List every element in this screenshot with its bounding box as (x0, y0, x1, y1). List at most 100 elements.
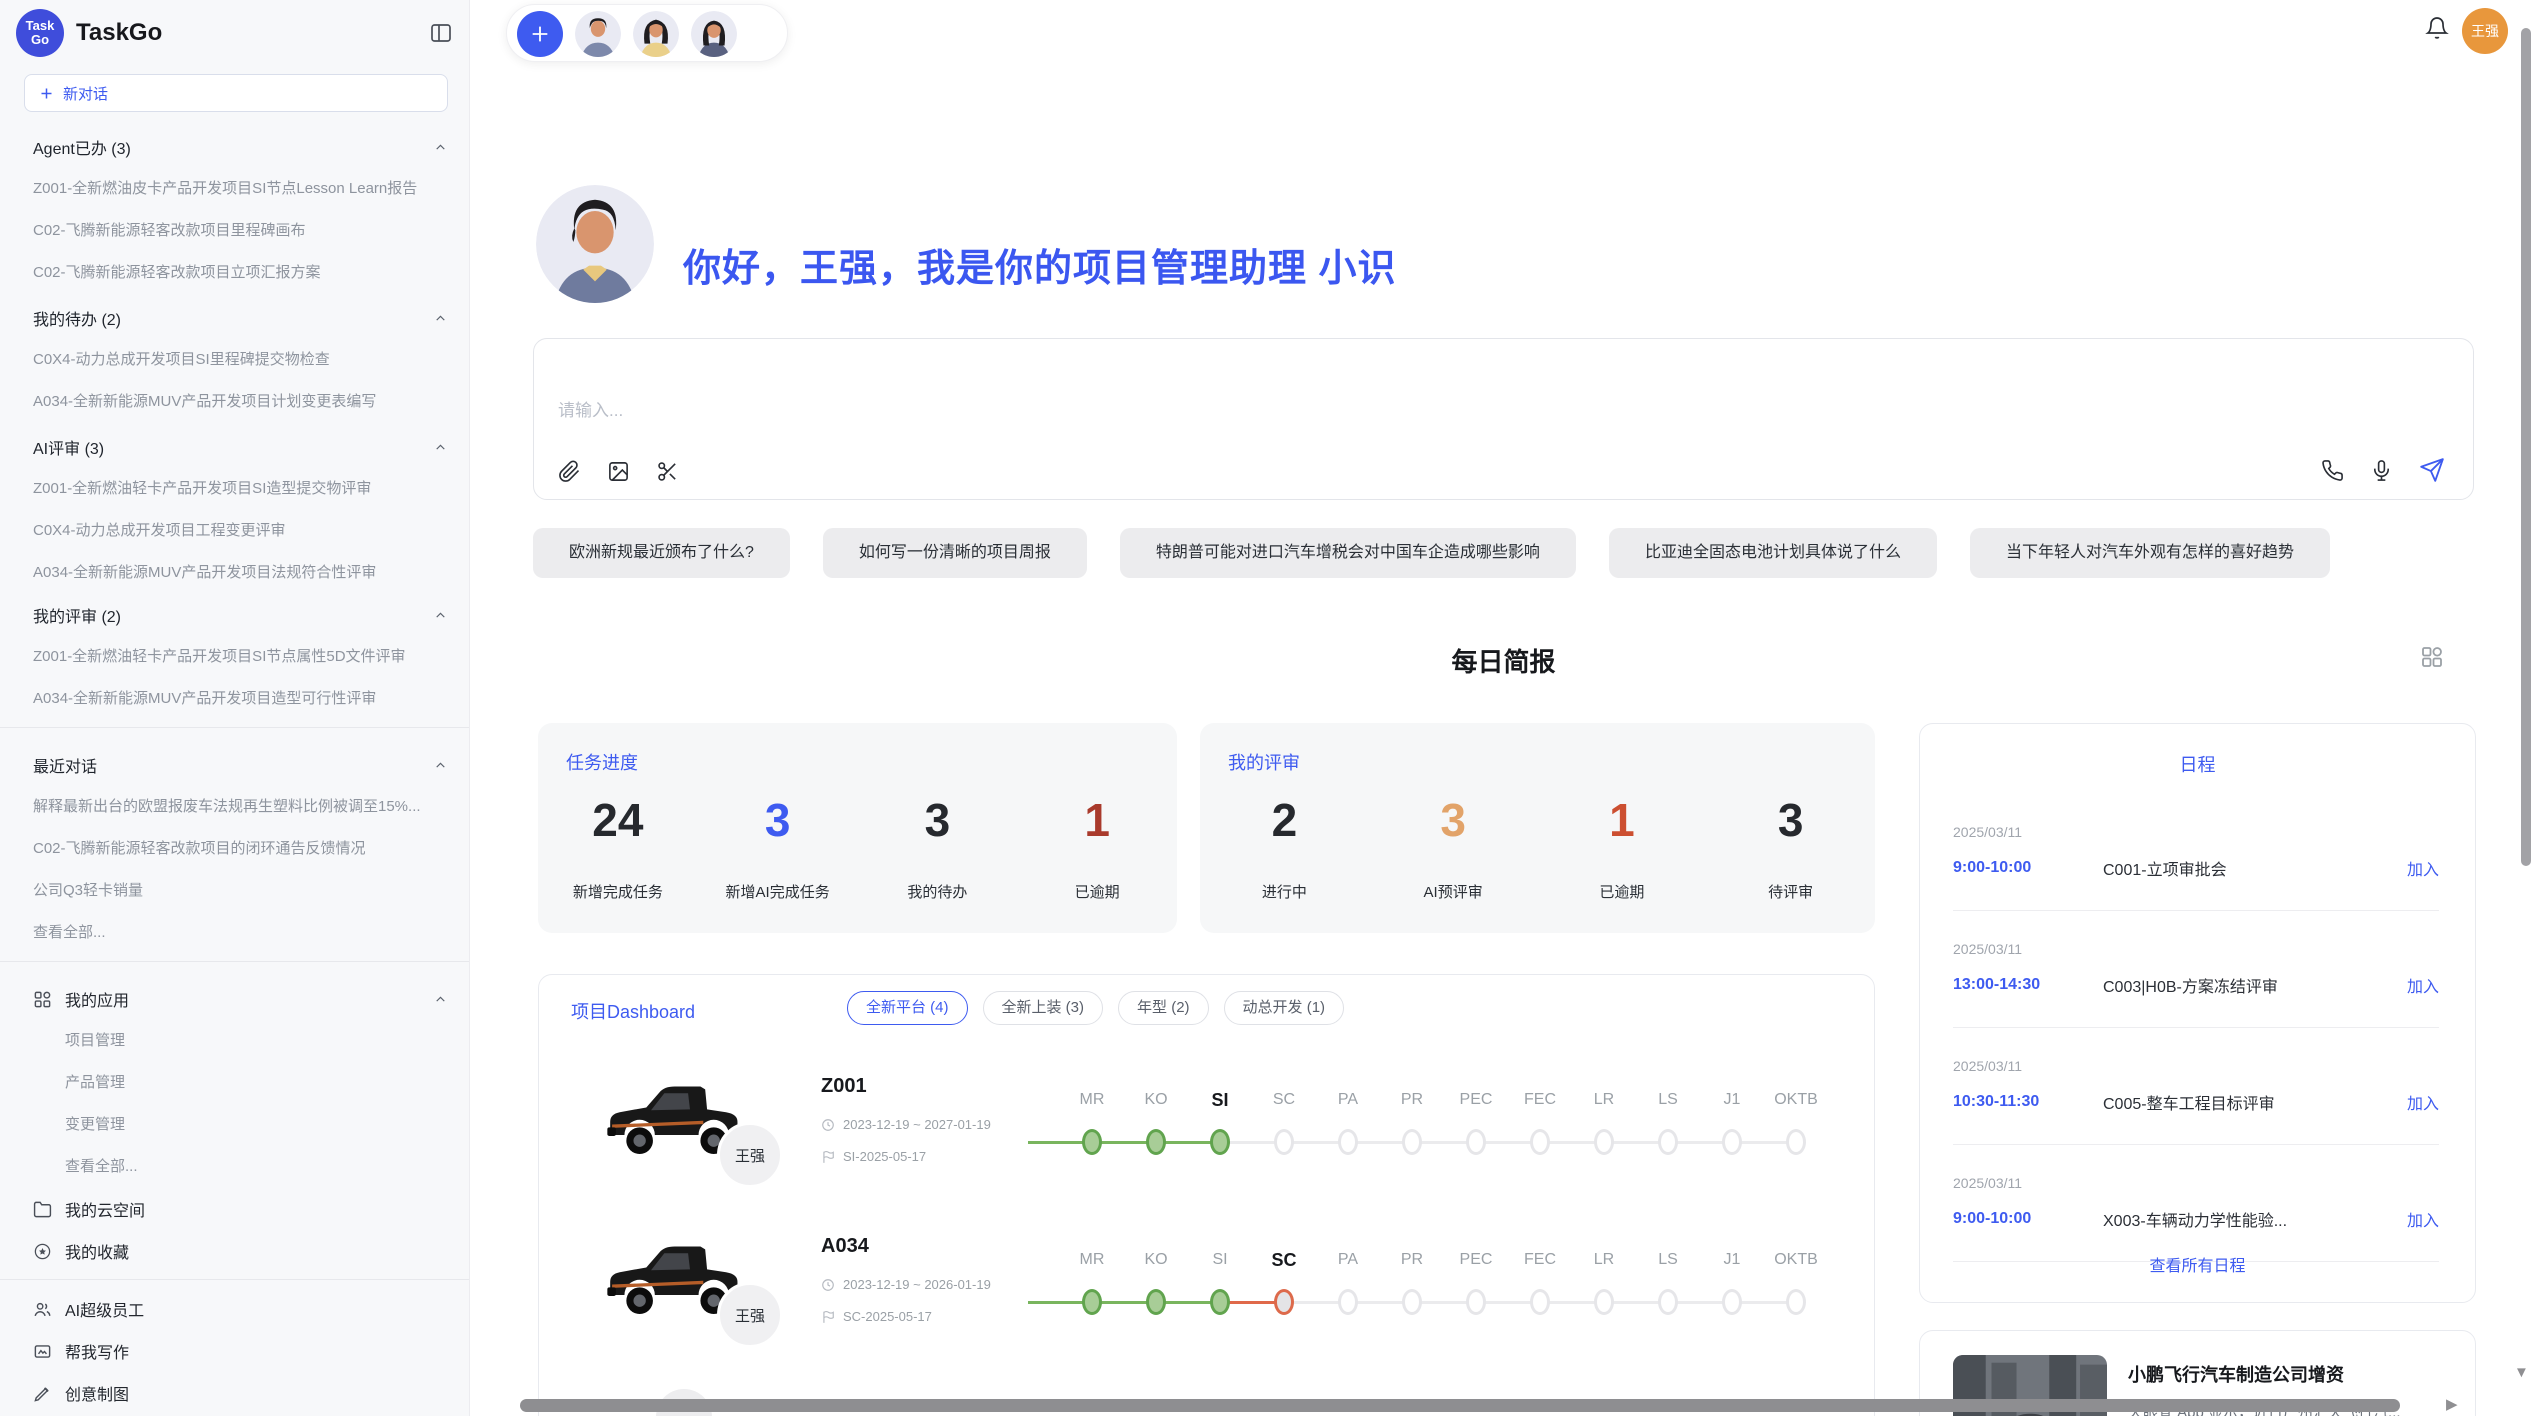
milestone-dot (1146, 1289, 1166, 1315)
owner-name: 王强 (735, 1305, 765, 1326)
schedule-date: 2025/03/11 (1953, 1058, 2439, 1074)
milestone-dot (1466, 1129, 1486, 1155)
section-title: 我的待办 (2) (33, 306, 121, 330)
sidebar-item-help-write[interactable]: 帮我写作 (33, 1330, 447, 1372)
sidebar-header: Task Go TaskGo (16, 8, 453, 58)
section-header-agent-done[interactable]: Agent已办 (3) (33, 126, 447, 168)
briefing-layout-icon[interactable] (2420, 645, 2444, 669)
sidebar-task-item[interactable]: Z001-全新燃油皮卡产品开发项目SI节点Lesson Learn报告 (33, 168, 447, 210)
stat-column: 3 新增AI完成任务 (698, 793, 858, 902)
scroll-down-arrow[interactable]: ▼ (2514, 1364, 2529, 1381)
flag-icon (821, 1150, 835, 1164)
milestone-dot (1658, 1289, 1678, 1315)
schedule-time: 13:00-14:30 (1953, 976, 2103, 994)
dashboard-tab[interactable]: 年型 (2) (1118, 991, 1209, 1025)
dashboard-tab[interactable]: 全新上装 (3) (983, 991, 1104, 1025)
milestone-date: SC-2025-05-17 (843, 1309, 932, 1324)
app-link[interactable]: 变更管理 (33, 1104, 447, 1146)
project-row[interactable]: 王强 A034 2023-12-19 ~ 2026-01-19 SC-2025-… (539, 1219, 1874, 1379)
join-button[interactable]: 加入 (2407, 973, 2439, 997)
ai-employee-label: AI超级员工 (65, 1297, 144, 1321)
dashboard-tab[interactable]: 动总开发 (1) (1224, 991, 1345, 1025)
sidebar-task-item[interactable]: A034-全新新能源MUV产品开发项目计划变更表编写 (33, 381, 447, 423)
sidebar-item-creative-draw[interactable]: 创意制图 (33, 1372, 447, 1414)
favorites-label: 我的收藏 (65, 1239, 129, 1263)
join-button[interactable]: 加入 (2407, 1207, 2439, 1231)
project-dates: 2023-12-19 ~ 2027-01-19 (821, 1117, 991, 1132)
stat-column: 2 进行中 (1200, 793, 1369, 902)
recent-chat-item[interactable]: 公司Q3轻卡销量 (33, 870, 447, 912)
notifications-bell-icon[interactable] (2425, 16, 2449, 40)
join-button[interactable]: 加入 (2407, 1090, 2439, 1114)
sidebar-task-item[interactable]: C0X4-动力总成开发项目工程变更评审 (33, 510, 447, 552)
recent-chat-item[interactable]: C02-飞腾新能源轻客改款项目的闭环通告反馈情况 (33, 828, 447, 870)
dashboard-tab[interactable]: 全新平台 (4) (847, 991, 968, 1025)
project-row[interactable]: 王强 Z001 2023-12-19 ~ 2027-01-19 SI-2025-… (539, 1059, 1874, 1219)
scissors-icon[interactable] (656, 460, 679, 483)
sidebar-task-item[interactable]: Z001-全新燃油轻卡产品开发项目SI节点属性5D文件评审 (33, 636, 447, 678)
sidebar-collapse-icon[interactable] (429, 21, 453, 45)
dashboard-title: 项目Dashboard (571, 998, 695, 1024)
view-all-schedule-link[interactable]: 查看所有日程 (1920, 1252, 2475, 1276)
sidebar-item-cloud-space[interactable]: 我的云空间 (33, 1188, 447, 1230)
schedule-event-title: C001-立项审批会 (2103, 856, 2407, 880)
new-chat-button[interactable]: 新对话 (24, 74, 448, 112)
milestone-dot (1402, 1129, 1422, 1155)
suggestion-chip[interactable]: 比亚迪全固态电池计划具体说了什么 (1609, 528, 1937, 578)
composer-tools-left (558, 460, 679, 483)
app-title: TaskGo (76, 19, 429, 47)
sidebar-task-item[interactable]: C0X4-动力总成开发项目SI里程碑提交物检查 (33, 339, 447, 381)
stat-label: AI预评审 (1369, 881, 1538, 902)
suggestion-chip[interactable]: 当下年轻人对汽车外观有怎样的喜好趋势 (1970, 528, 2330, 578)
schedule-item: 2025/03/11 9:00-10:00 C001-立项审批会 加入 (1953, 794, 2439, 911)
team-member-avatar[interactable] (633, 11, 679, 57)
team-member-avatar[interactable] (575, 11, 621, 57)
sidebar-task-item[interactable]: Z001-全新燃油轻卡产品开发项目SI造型提交物评审 (33, 468, 447, 510)
schedule-event-title: C003|H0B-方案冻结评审 (2103, 973, 2407, 997)
chat-composer (533, 338, 2474, 500)
phone-icon[interactable] (2321, 459, 2344, 482)
stat-label: 待评审 (1706, 881, 1875, 902)
section-header-my-review[interactable]: 我的评审 (2) (33, 594, 447, 636)
attachment-icon[interactable] (558, 460, 581, 483)
sidebar-item-ai-employee[interactable]: AI超级员工 (33, 1288, 447, 1330)
section-header-my-todo[interactable]: 我的待办 (2) (33, 297, 447, 339)
join-button[interactable]: 加入 (2407, 856, 2439, 880)
stat-column: 3 待评审 (1706, 793, 1875, 902)
sidebar-task-item[interactable]: A034-全新新能源MUV产品开发项目造型可行性评审 (33, 678, 447, 720)
schedule-event-title: X003-车辆动力学性能验... (2103, 1207, 2407, 1231)
date-range: 2023-12-19 ~ 2026-01-19 (843, 1277, 991, 1292)
app-link[interactable]: 查看全部... (33, 1146, 447, 1188)
section-title: 我的评审 (2) (33, 603, 121, 627)
vertical-scrollbar[interactable] (2521, 28, 2531, 866)
recent-chat-item[interactable]: 解释最新出台的欧盟报废车法规再生塑料比例被调至15%... (33, 786, 447, 828)
add-member-button[interactable] (517, 11, 563, 57)
stat-label: 新增AI完成任务 (698, 881, 858, 902)
section-title: 最近对话 (33, 753, 97, 777)
user-avatar[interactable]: 王强 (2462, 8, 2508, 54)
sidebar-task-item[interactable]: A034-全新新能源MUV产品开发项目法规符合性评审 (33, 552, 447, 594)
horizontal-scrollbar[interactable] (520, 1399, 2400, 1412)
sidebar-task-item[interactable]: C02-飞腾新能源轻客改款项目立项汇报方案 (33, 252, 447, 294)
sidebar-list: Agent已办 (3) Z001-全新燃油皮卡产品开发项目SI节点Lesson … (0, 126, 469, 1416)
image-icon[interactable] (607, 460, 630, 483)
milestone-rail: MR KO SI (1060, 1089, 1828, 1189)
section-header-ai-review[interactable]: AI评审 (3) (33, 426, 447, 468)
send-icon[interactable] (2419, 457, 2445, 483)
microphone-icon[interactable] (2370, 459, 2393, 482)
section-header-recent-chats[interactable]: 最近对话 (33, 744, 447, 786)
sidebar-item-my-apps[interactable]: 我的应用 (33, 978, 447, 1020)
suggestion-chip[interactable]: 如何写一份清晰的项目周报 (823, 528, 1087, 578)
stat-column: 1 已逾期 (1017, 793, 1177, 902)
app-link[interactable]: 产品管理 (33, 1062, 447, 1104)
team-member-avatar[interactable] (691, 11, 737, 57)
sidebar-item-favorites[interactable]: 我的收藏 (33, 1230, 447, 1272)
suggestion-chip[interactable]: 欧洲新规最近颁布了什么? (533, 528, 790, 578)
sidebar-task-item[interactable]: C02-飞腾新能源轻客改款项目里程碑画布 (33, 210, 447, 252)
scroll-right-arrow[interactable]: ▶ (2446, 1395, 2458, 1413)
app-link[interactable]: 项目管理 (33, 1020, 447, 1062)
recent-chat-item[interactable]: 查看全部... (33, 912, 447, 954)
stat-label: 进行中 (1200, 881, 1369, 902)
chat-input[interactable] (558, 401, 1958, 421)
suggestion-chip[interactable]: 特朗普可能对进口汽车增税会对中国车企造成哪些影响 (1120, 528, 1576, 578)
